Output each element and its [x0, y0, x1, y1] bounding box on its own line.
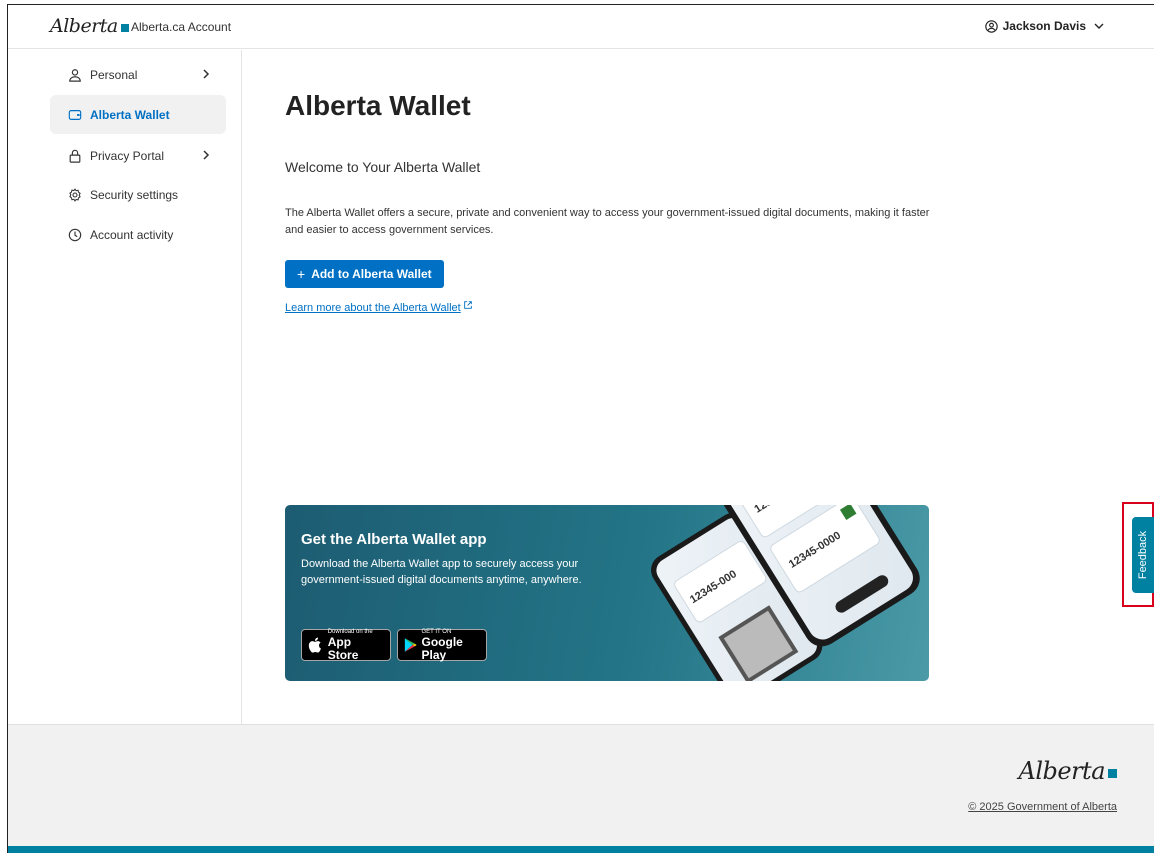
site-footer: Alberta © 2025 Government of Alberta: [8, 724, 1154, 846]
phone-mockup-illustration: 12345-000 12345-5555 12345-0000: [651, 505, 920, 681]
lock-icon: [69, 149, 81, 163]
learn-more-link[interactable]: Learn more about the Alberta Wallet: [285, 301, 473, 314]
add-to-wallet-button[interactable]: + Add to Alberta Wallet: [285, 260, 444, 288]
google-play-text: GET IT ON Google Play: [422, 629, 481, 662]
bottom-accent-bar: [8, 846, 1154, 853]
sidebar-item-label: Security settings: [90, 187, 179, 202]
logo-square-mark: [120, 24, 129, 32]
learn-more-label: Learn more about the Alberta Wallet: [285, 302, 461, 314]
sidebar-item-label: Personal: [90, 67, 138, 82]
sidebar-item-personal[interactable]: Personal: [50, 55, 226, 94]
sidebar-item-label: Alberta Wallet: [90, 107, 170, 122]
footer-logo-wordmark: Alberta: [1018, 757, 1106, 785]
external-link-icon: [463, 301, 472, 309]
main-content: Alberta Wallet Welcome to Your Alberta W…: [243, 50, 1154, 724]
feedback-label: Feedback: [1137, 530, 1150, 580]
wallet-app-banner: Get the Alberta Wallet app Download the …: [285, 505, 929, 681]
add-button-label: Add to Alberta Wallet: [311, 267, 432, 281]
sidebar-item-label: Account activity: [90, 227, 174, 242]
sidebar-nav: Personal Alberta Wallet Privacy Portal S…: [8, 50, 242, 724]
app-store-text: Download on the App Store: [328, 629, 384, 662]
top-header: Alberta Alberta.ca Account Jackson Davis: [8, 5, 1154, 49]
clock-icon: [68, 228, 82, 241]
app-store-big-label: App Store: [327, 634, 359, 662]
chevron-right-icon: [203, 150, 210, 160]
page-title: Alberta Wallet: [285, 90, 471, 121]
sidebar-item-account-activity[interactable]: Account activity: [50, 215, 226, 254]
google-play-icon: [404, 638, 417, 652]
wallet-icon: [68, 109, 82, 120]
page-description: The Alberta Wallet offers a secure, priv…: [285, 207, 930, 236]
app-name[interactable]: Alberta.ca Account: [131, 20, 231, 34]
app-store-button[interactable]: Download on the App Store: [301, 629, 391, 661]
chevron-right-icon: [203, 69, 210, 79]
logo-wordmark: Alberta: [50, 15, 118, 37]
alberta-logo[interactable]: Alberta: [50, 15, 129, 37]
browser-frame: Alberta Alberta.ca Account Jackson Davis…: [7, 4, 1154, 853]
page-subtitle: Welcome to Your Alberta Wallet: [285, 159, 481, 175]
sidebar-item-security-settings[interactable]: Security settings: [50, 175, 226, 214]
plus-icon: +: [297, 266, 306, 282]
apple-icon: [308, 637, 321, 653]
user-name: Jackson Davis: [1002, 19, 1086, 33]
google-play-big-label: Google Play: [421, 634, 463, 662]
footer-alberta-logo[interactable]: Alberta: [1018, 757, 1117, 785]
footer-logo-square-mark: [1108, 768, 1117, 778]
banner-text: Download the Alberta Wallet app to secur…: [301, 558, 582, 586]
user-circle-icon: [984, 19, 998, 33]
user-menu[interactable]: Jackson Davis: [984, 19, 1105, 33]
banner-title: Get the Alberta Wallet app: [301, 531, 487, 548]
sidebar-item-alberta-wallet[interactable]: Alberta Wallet: [50, 95, 226, 134]
feedback-tab[interactable]: Feedback: [1132, 517, 1154, 593]
person-icon: [69, 68, 81, 82]
chevron-down-icon: [1094, 23, 1104, 29]
google-play-button[interactable]: GET IT ON Google Play: [397, 629, 487, 661]
sidebar-item-privacy-portal[interactable]: Privacy Portal: [50, 136, 226, 175]
gear-icon: [69, 187, 81, 202]
sidebar-item-label: Privacy Portal: [90, 148, 165, 163]
copyright-link[interactable]: © 2025 Government of Alberta: [968, 801, 1117, 813]
